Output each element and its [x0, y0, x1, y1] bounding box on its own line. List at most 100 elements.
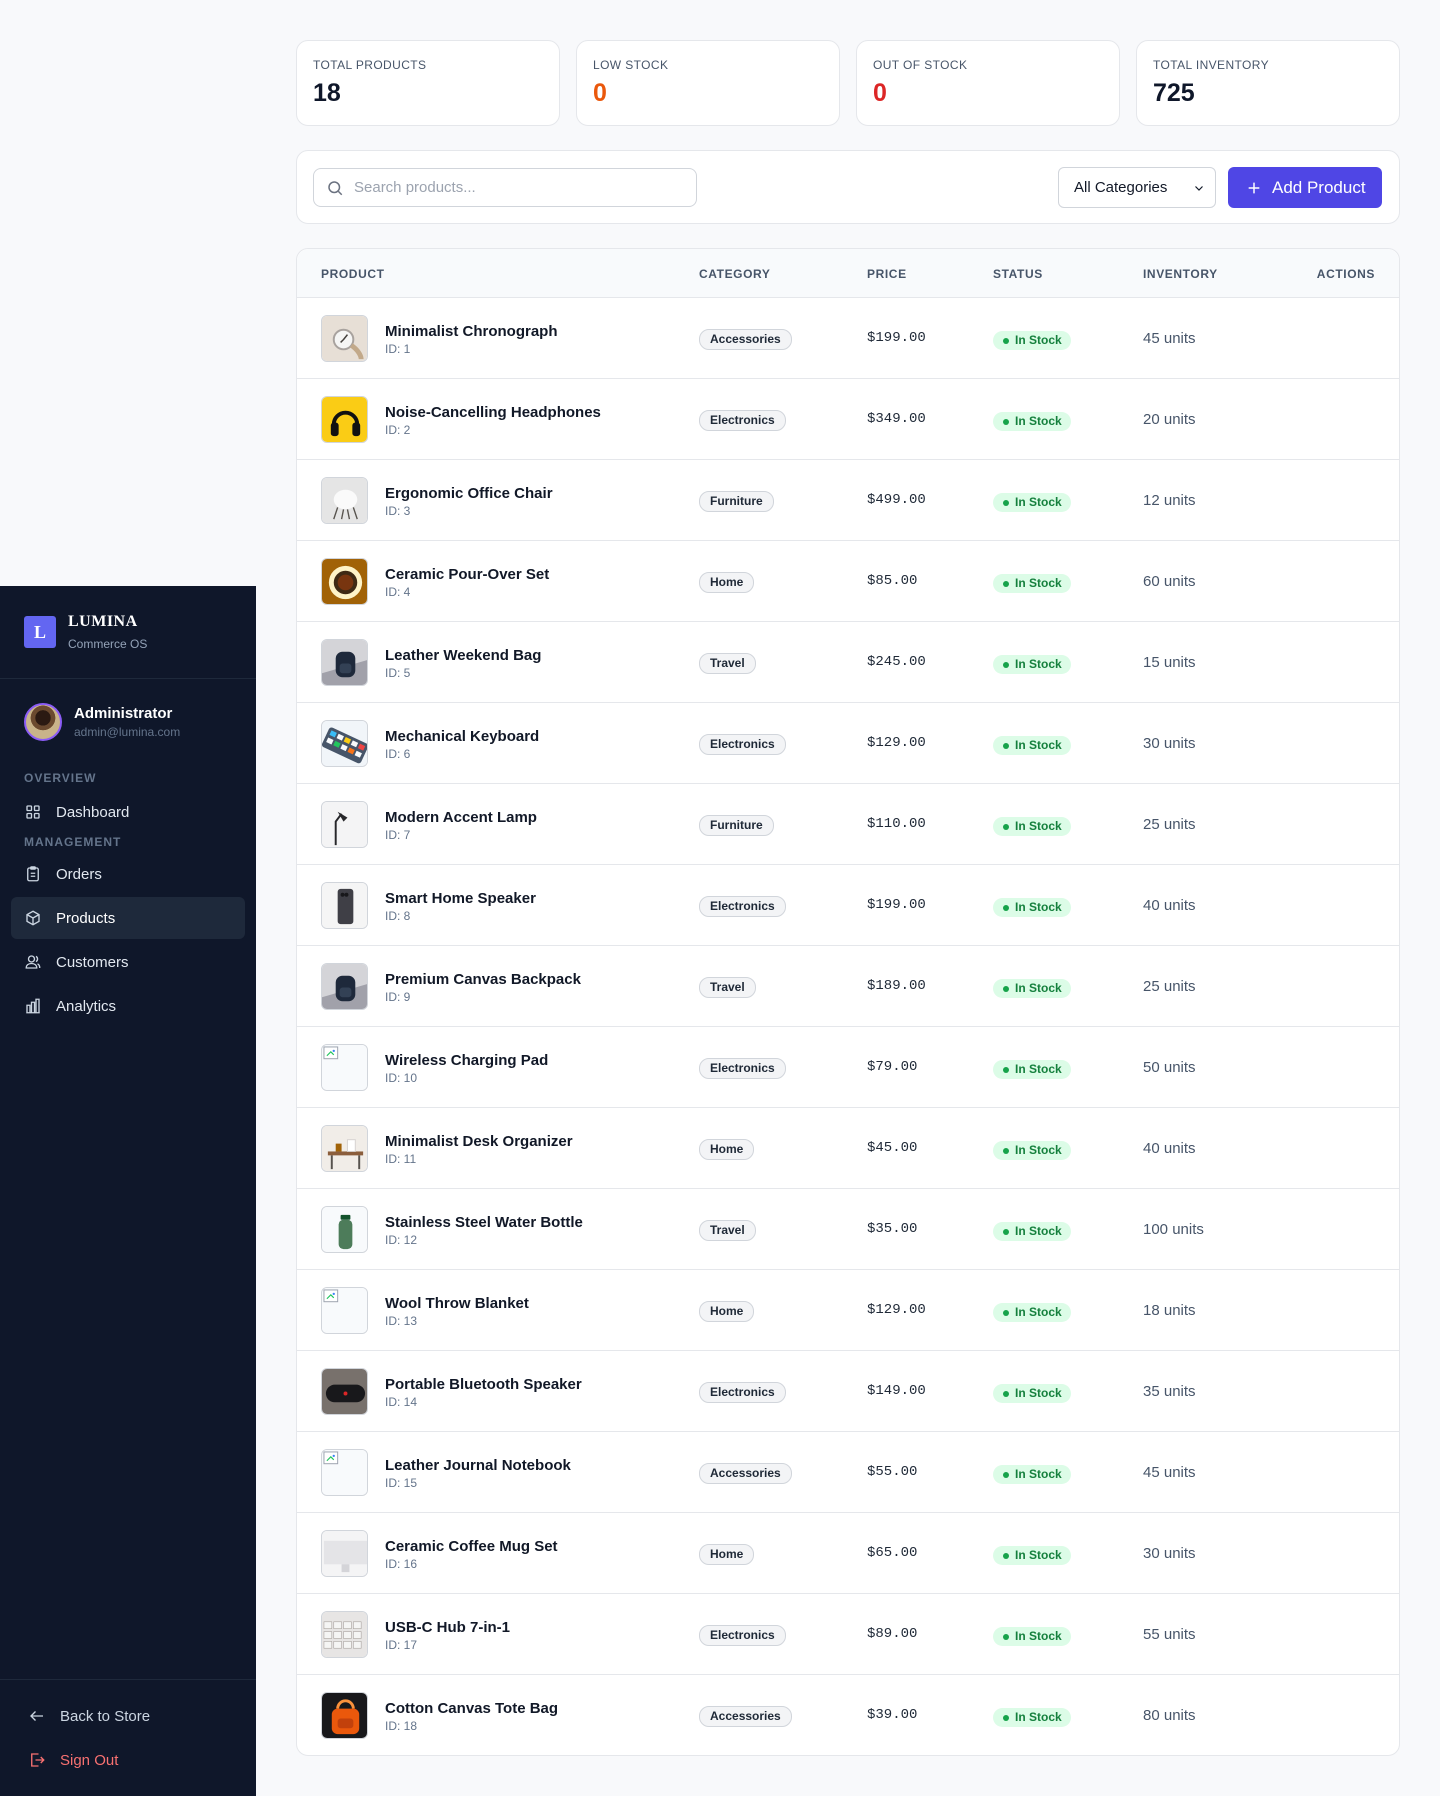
sidebar-item-label: Products [56, 909, 116, 927]
product-name[interactable]: Smart Home Speaker [385, 890, 536, 907]
nav-section-overview: OVERVIEW [24, 771, 97, 785]
table-row[interactable]: Noise-Cancelling Headphones ID: 2 Electron… [297, 379, 1399, 460]
sidebar-item-customers[interactable]: Customers [11, 941, 245, 983]
product-price: $79.00 [867, 1059, 918, 1075]
sidebar-item-orders[interactable]: Orders [11, 853, 245, 895]
status-badge: In Stock [993, 898, 1071, 917]
column-header-price[interactable]: PRICE [867, 267, 907, 281]
product-name[interactable]: Minimalist Chronograph [385, 323, 558, 340]
category-badge: Home [699, 1544, 755, 1565]
inventory-count: 45 units [1143, 1464, 1196, 1481]
product-thumbnail [321, 1206, 368, 1253]
table-row[interactable]: Leather Weekend Bag ID: 5 Travel $245.00 In … [297, 622, 1399, 703]
product-id: ID: 13 [385, 1314, 418, 1328]
table-row[interactable]: Premium Canvas Backpack ID: 9 Travel $189.0… [297, 946, 1399, 1027]
product-id: ID: 15 [385, 1476, 418, 1490]
table-row[interactable]: Cotton Canvas Tote Bag ID: 18 Accessories $… [297, 1675, 1399, 1756]
product-name[interactable]: Ceramic Coffee Mug Set [385, 1538, 558, 1555]
product-id: ID: 18 [385, 1719, 418, 1733]
product-id: ID: 4 [385, 585, 411, 599]
status-dot [1003, 1553, 1009, 1559]
sign-out-button[interactable]: Sign Out [0, 1738, 256, 1782]
product-name[interactable]: Wireless Charging Pad [385, 1052, 548, 1069]
status-badge: In Stock [993, 574, 1071, 593]
category-select-value: All Categories [1074, 179, 1168, 196]
product-name[interactable]: Premium Canvas Backpack [385, 971, 581, 988]
search-box[interactable] [313, 168, 697, 207]
column-header-inventory[interactable]: INVENTORY [1143, 267, 1218, 281]
inventory-count: 30 units [1143, 735, 1196, 752]
category-badge: Travel [699, 1220, 756, 1241]
inventory-count: 30 units [1143, 1545, 1196, 1562]
table-row[interactable]: Leather Journal Notebook ID: 15 Accessorie… [297, 1432, 1399, 1513]
column-header-product[interactable]: PRODUCT [321, 267, 385, 281]
product-id: ID: 2 [385, 423, 411, 437]
table-row[interactable]: Smart Home Speaker ID: 8 Electronics $199.0… [297, 865, 1399, 946]
product-name[interactable]: Cotton Canvas Tote Bag [385, 1700, 558, 1717]
toolbar: All Categories Add Product [296, 150, 1400, 224]
product-id: ID: 5 [385, 666, 411, 680]
table-row[interactable]: Mechanical Keyboard ID: 6 Electronics $129.… [297, 703, 1399, 784]
column-header-category[interactable]: CATEGORY [699, 267, 770, 281]
status-label: In Stock [1015, 1548, 1062, 1562]
status-dot [1003, 500, 1009, 506]
product-name[interactable]: Wool Throw Blanket [385, 1295, 529, 1312]
status-label: In Stock [1015, 333, 1062, 347]
plus-icon [1248, 182, 1260, 193]
product-name[interactable]: Modern Accent Lamp [385, 809, 537, 826]
product-name[interactable]: Ceramic Pour-Over Set [385, 566, 549, 583]
table-row[interactable]: Ceramic Pour-Over Set ID: 4 Home $85.00 In S… [297, 541, 1399, 622]
stat-value: 0 [593, 79, 607, 107]
product-name[interactable]: Leather Journal Notebook [385, 1457, 571, 1474]
category-badge: Home [699, 1139, 755, 1160]
product-price: $89.00 [867, 1626, 918, 1642]
sidebar-item-analytics[interactable]: Analytics [11, 985, 245, 1027]
table-row[interactable]: Stainless Steel Water Bottle ID: 12 Travel… [297, 1189, 1399, 1270]
category-select[interactable]: All Categories [1058, 167, 1216, 208]
stat-value: 0 [873, 79, 887, 107]
table-row[interactable]: Ergonomic Office Chair ID: 3 Furniture $499… [297, 460, 1399, 541]
product-name[interactable]: Noise-Cancelling Headphones [385, 404, 601, 421]
table-row[interactable]: Minimalist Desk Organizer ID: 11 Home $45.0… [297, 1108, 1399, 1189]
inventory-count: 100 units [1143, 1221, 1204, 1238]
status-label: In Stock [1015, 657, 1062, 671]
clipboard-icon [27, 866, 39, 882]
table-row[interactable]: Wool Throw Blanket ID: 13 Home $129.00 In St… [297, 1270, 1399, 1351]
product-name[interactable]: Portable Bluetooth Speaker [385, 1376, 582, 1393]
sidebar-item-dashboard[interactable]: Dashboard [11, 791, 245, 833]
search-input[interactable] [354, 179, 694, 196]
brand[interactable]: L LUMINA Commerce OS [0, 586, 256, 679]
sidebar-item-label: Dashboard [56, 803, 130, 821]
back-to-store-link[interactable]: Back to Store [0, 1694, 256, 1738]
product-name[interactable]: USB-C Hub 7-in-1 [385, 1619, 510, 1636]
product-name[interactable]: Ergonomic Office Chair [385, 485, 553, 502]
product-thumbnail [321, 801, 368, 848]
table-row[interactable]: Modern Accent Lamp ID: 7 Furniture $110.00 I… [297, 784, 1399, 865]
add-product-label: Add Product [1272, 177, 1366, 197]
product-id: ID: 9 [385, 990, 411, 1004]
product-name[interactable]: Minimalist Desk Organizer [385, 1133, 573, 1150]
status-label: In Stock [1015, 414, 1062, 428]
category-badge: Electronics [699, 410, 786, 431]
table-row[interactable]: Wireless Charging Pad ID: 10 Electronics $7… [297, 1027, 1399, 1108]
product-id: ID: 7 [385, 828, 411, 842]
table-row[interactable]: Portable Bluetooth Speaker ID: 14 Electron… [297, 1351, 1399, 1432]
table-row[interactable]: USB-C Hub 7-in-1 ID: 17 Electronics $89.00 I… [297, 1594, 1399, 1675]
product-name[interactable]: Leather Weekend Bag [385, 647, 541, 664]
table-row[interactable]: Ceramic Coffee Mug Set ID: 16 Home $65.00 In… [297, 1513, 1399, 1594]
product-name[interactable]: Mechanical Keyboard [385, 728, 539, 745]
status-label: In Stock [1015, 1467, 1062, 1481]
inventory-count: 35 units [1143, 1383, 1196, 1400]
add-product-button[interactable]: Add Product [1228, 167, 1382, 208]
sidebar-item-label: Customers [56, 953, 129, 971]
product-price: $129.00 [867, 735, 926, 751]
column-header-status[interactable]: STATUS [993, 267, 1043, 281]
status-badge: In Stock [993, 1465, 1071, 1484]
table-row[interactable]: Minimalist Chronograph ID: 1 Accessories $1… [297, 298, 1399, 379]
status-dot [1003, 1472, 1009, 1478]
inventory-count: 40 units [1143, 897, 1196, 914]
user-profile[interactable]: Administrator admin@lumina.com [0, 679, 256, 761]
sidebar-item-products[interactable]: Products [11, 897, 245, 939]
status-badge: In Stock [993, 1222, 1071, 1241]
product-name[interactable]: Stainless Steel Water Bottle [385, 1214, 583, 1231]
